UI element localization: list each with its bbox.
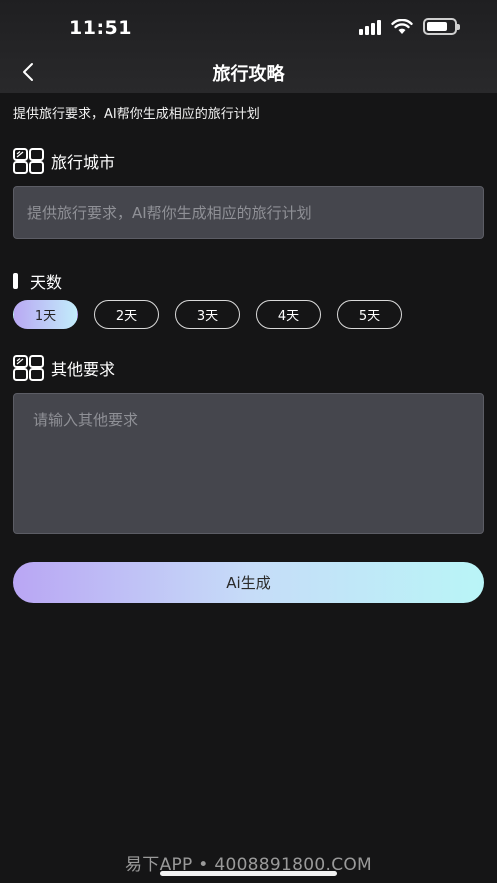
wifi-icon [391, 18, 413, 34]
city-input[interactable] [27, 203, 470, 222]
intro-text: 提供旅行要求，AI帮你生成相应的旅行计划 [13, 107, 260, 122]
status-icons [359, 18, 460, 35]
other-section-header: 其他要求 [13, 355, 115, 381]
city-input-box [13, 186, 484, 239]
days-label: 天数 [30, 273, 63, 292]
days-section-header: 天数 [13, 269, 62, 293]
ai-generate-button[interactable]: Ai生成 [13, 562, 484, 603]
day-option-1[interactable]: 1天 [13, 300, 78, 329]
home-indicator[interactable] [160, 871, 337, 876]
top-bar: 11:51 旅行攻略 [0, 0, 497, 93]
day-option-3[interactable]: 3天 [175, 300, 240, 329]
other-input-box [13, 393, 484, 534]
day-option-2[interactable]: 2天 [94, 300, 159, 329]
other-label: 其他要求 [51, 360, 116, 379]
status-time: 11:51 [69, 17, 132, 39]
battery-icon [423, 18, 460, 35]
section-marker [13, 273, 18, 289]
city-section-header: 旅行城市 [13, 148, 115, 174]
grid-icon [13, 148, 44, 174]
day-options: 1天 2天 3天 4天 5天 [13, 300, 402, 329]
app-screen: 11:51 旅行攻略 提供旅行要求，AI帮你生成相应的旅行计划 旅行城市 提供旅… [0, 0, 497, 883]
day-option-5[interactable]: 5天 [337, 300, 402, 329]
grid-icon [13, 355, 44, 381]
battery-level [427, 22, 447, 31]
page-title: 旅行攻略 [212, 64, 285, 85]
day-option-4[interactable]: 4天 [256, 300, 321, 329]
city-label: 旅行城市 [51, 153, 116, 172]
signal-icon [359, 19, 381, 35]
other-requirements-input[interactable] [33, 409, 464, 518]
